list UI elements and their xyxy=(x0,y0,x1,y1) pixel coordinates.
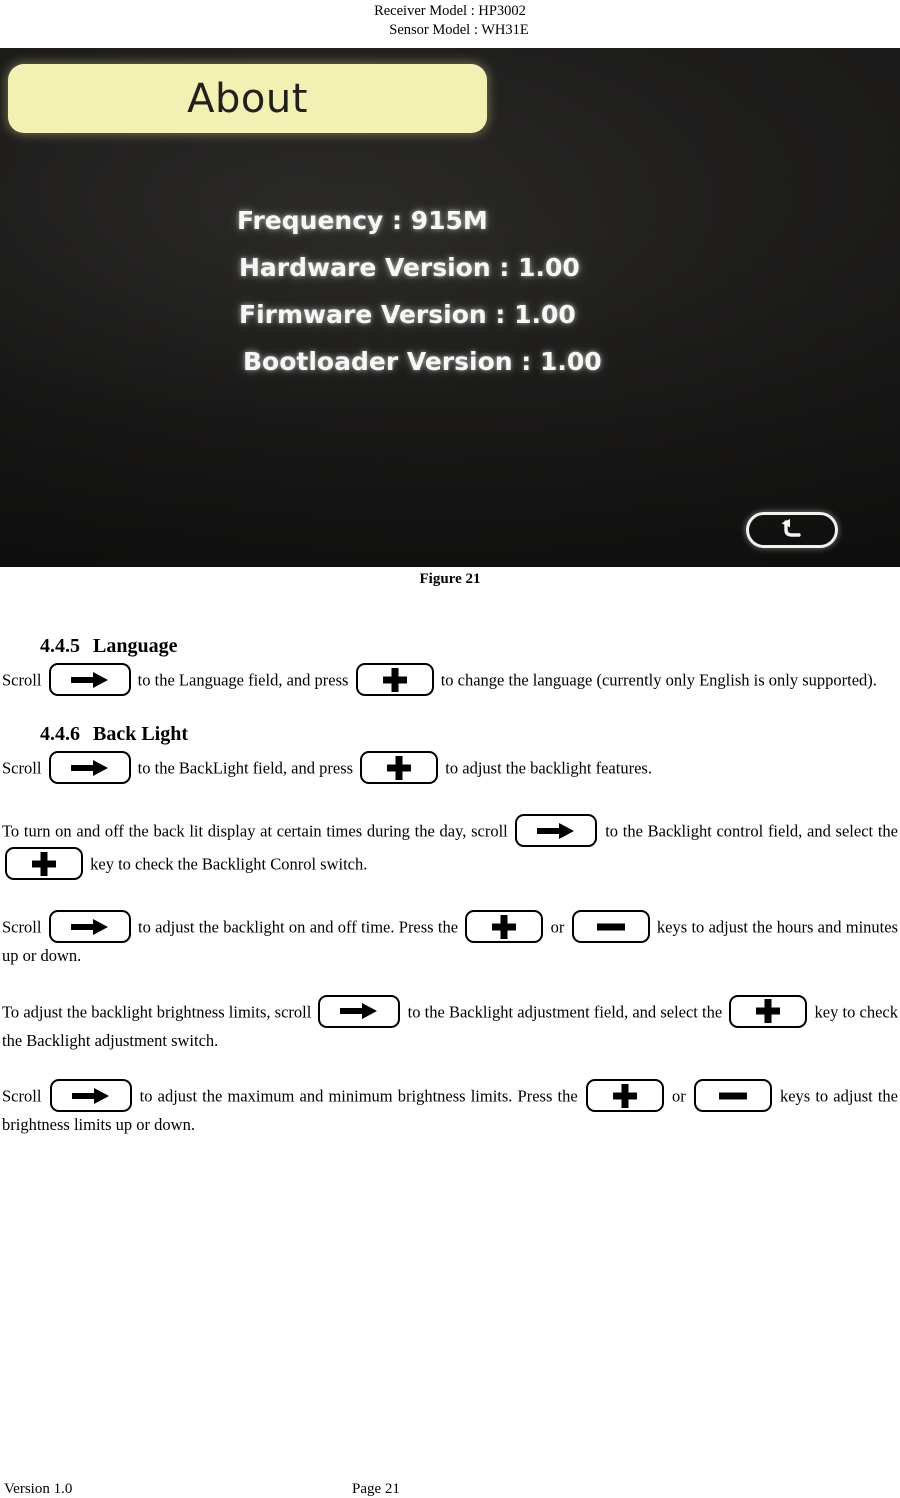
arrow-right-key-icon[interactable] xyxy=(48,751,131,785)
paragraph-text-run: to change the language (currently only E… xyxy=(436,670,877,690)
arrow-right-key-icon[interactable] xyxy=(318,994,401,1028)
paragraph-brightness-limits-adjust: Scroll to adjust the maximum and minimum… xyxy=(2,1079,898,1135)
plus-key-icon[interactable] xyxy=(465,910,544,944)
paragraph-text-run: or xyxy=(546,917,569,937)
paragraph-text-run: To turn on and off the back lit display … xyxy=(2,821,513,841)
device-screen-photo: About Frequency : 915M Hardware Version … xyxy=(0,48,900,568)
plus-key-icon[interactable] xyxy=(5,847,83,881)
info-line-bootloader-version: Bootloader Version : 1.00 xyxy=(243,347,602,377)
footer-page-number: Page 21 xyxy=(352,1481,400,1497)
paragraph-backlight-control: To turn on and off the back lit display … xyxy=(2,814,898,882)
plus-key-icon[interactable] xyxy=(360,751,439,785)
paragraph-backlight-field: Scroll to the BackLight field, and press… xyxy=(2,751,898,786)
document-header: Receiver Model : HP3002 Sensor Model : W… xyxy=(0,0,900,40)
arrow-right-key-icon[interactable] xyxy=(48,663,131,697)
document-body: 4.4.5 Language Scroll to the Language fie… xyxy=(0,634,900,1135)
section-heading-back-light: 4.4.6 Back Light xyxy=(40,722,898,747)
paragraph-text-run: to the Language field, and press xyxy=(133,670,353,690)
paragraph-text-run: to adjust the backlight on and off time.… xyxy=(133,917,463,937)
paragraph-text-run: to adjust the backlight features. xyxy=(441,758,652,778)
paragraph-text-run: or xyxy=(666,1086,691,1106)
paragraph-text-run: to adjust the maximum and minimum bright… xyxy=(134,1086,583,1106)
paragraph-text-run: key to check the Backlight Conrol switch… xyxy=(86,854,368,874)
footer-version: Version 1.0 xyxy=(4,1481,73,1497)
paragraph-text-run: Scroll xyxy=(2,670,46,690)
receiver-model-line: Receiver Model : HP3002 xyxy=(374,3,526,19)
paragraph-text-run: to the BackLight field, and press xyxy=(133,758,358,778)
paragraph-text-run: Scroll xyxy=(2,917,46,937)
paragraph-text-run: to the Backlight adjustment field, and s… xyxy=(403,1001,727,1021)
section-title: Language xyxy=(93,635,178,658)
paragraph-text-run: Scroll xyxy=(2,1086,47,1106)
plus-key-icon[interactable] xyxy=(585,1079,664,1113)
section-title: Back Light xyxy=(93,723,189,746)
arrow-right-key-icon[interactable] xyxy=(48,910,131,944)
paragraph-text-run: to the Backlight control field, and sele… xyxy=(600,821,898,841)
about-title-label: About xyxy=(187,75,308,122)
paragraph-text-run: Scroll xyxy=(2,758,46,778)
info-line-frequency: Frequency : 915M xyxy=(237,206,488,236)
minus-key-icon[interactable] xyxy=(693,1079,772,1113)
info-line-hardware-version: Hardware Version : 1.00 xyxy=(239,253,580,283)
section-number: 4.4.5 xyxy=(40,635,80,658)
plus-key-icon[interactable] xyxy=(355,663,434,697)
figure-caption: Figure 21 xyxy=(419,571,481,588)
about-title-bar: About xyxy=(8,64,487,134)
arrow-right-key-icon[interactable] xyxy=(49,1079,132,1113)
back-arrow-icon xyxy=(777,519,807,541)
section-number: 4.4.6 xyxy=(40,723,80,746)
paragraph-text-run: To adjust the backlight brightness limit… xyxy=(2,1001,316,1021)
info-line-firmware-version: Firmware Version : 1.00 xyxy=(239,300,576,330)
sensor-model-line: Sensor Model : WH31E xyxy=(389,22,529,39)
section-heading-language: 4.4.5 Language xyxy=(40,634,898,659)
back-button[interactable] xyxy=(746,512,838,549)
plus-key-icon[interactable] xyxy=(729,994,808,1028)
about-info-list: Frequency : 915M Hardware Version : 1.00… xyxy=(237,208,602,396)
minus-key-icon[interactable] xyxy=(571,910,650,944)
paragraph-backlight-on-off-time: Scroll to adjust the backlight on and of… xyxy=(2,910,898,966)
arrow-right-key-icon[interactable] xyxy=(515,814,598,848)
paragraph-language-scroll: Scroll to the Language field, and press … xyxy=(2,663,898,698)
paragraph-brightness-limits-field: To adjust the backlight brightness limit… xyxy=(2,994,898,1051)
